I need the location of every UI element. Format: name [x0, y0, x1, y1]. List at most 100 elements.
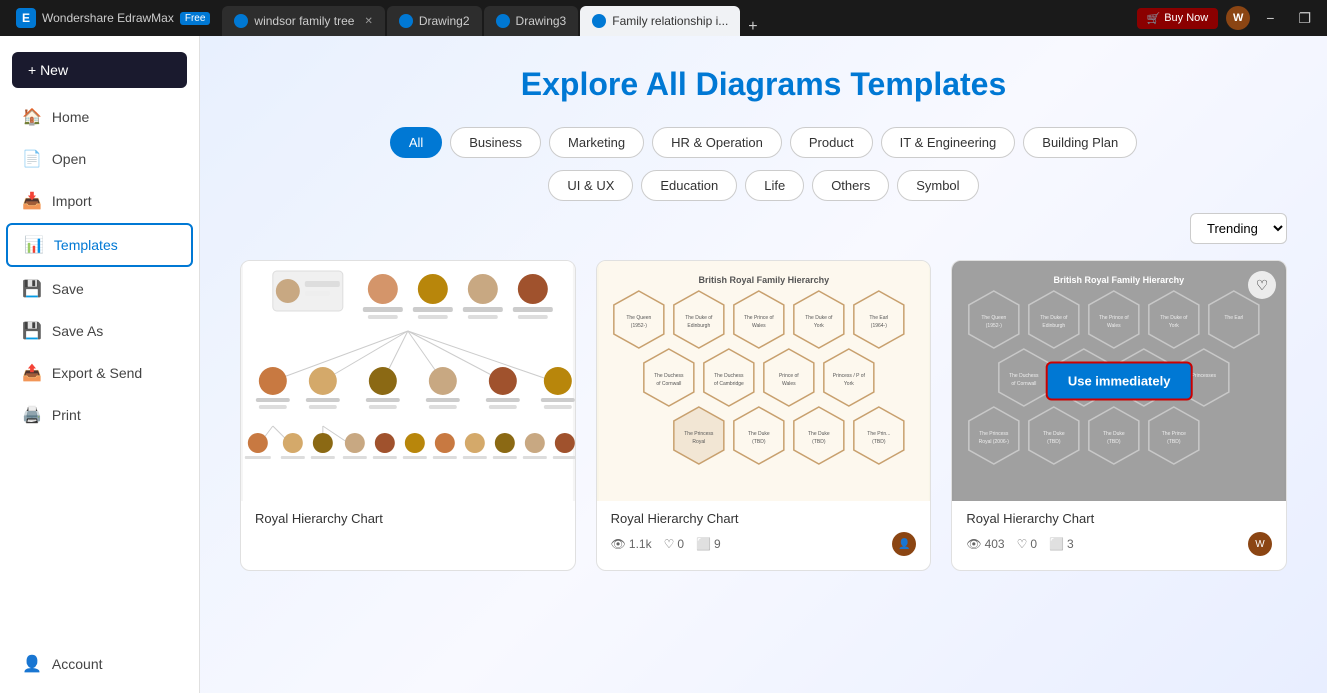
svg-text:of Cornwall: of Cornwall [1012, 381, 1037, 387]
filter-it[interactable]: IT & Engineering [881, 127, 1016, 158]
card-2-likes: ♡ 0 [664, 537, 684, 551]
card-2-stats: 👁 1.1k ♡ 0 ⬜ 9 👤 [611, 532, 917, 556]
filter-symbol[interactable]: Symbol [897, 170, 978, 201]
card-3-title: Royal Hierarchy Chart [966, 511, 1272, 526]
card-1-title: Royal Hierarchy Chart [255, 511, 561, 526]
svg-text:(TBD): (TBD) [752, 439, 766, 445]
svg-text:The Duchess: The Duchess [714, 373, 744, 379]
svg-text:of Cambridge: of Cambridge [713, 381, 743, 387]
svg-text:British Royal Family Hierarchy: British Royal Family Hierarchy [1054, 275, 1185, 285]
svg-text:York: York [814, 323, 824, 329]
card-2-copies: ⬜ 9 [696, 537, 721, 551]
svg-text:Royal (2006-): Royal (2006-) [979, 439, 1010, 445]
filter-row-1: All Business Marketing HR & Operation Pr… [240, 127, 1287, 158]
svg-text:Edinburgh: Edinburgh [687, 323, 710, 329]
tabs-container: windsor family tree ✕ Drawing2 Drawing3 … [222, 0, 1132, 36]
import-icon: 📥 [22, 191, 42, 211]
svg-text:(1952-): (1952-) [630, 323, 646, 329]
svg-text:The Queen: The Queen [982, 315, 1007, 321]
sidebar-item-account[interactable]: 👤 Account [6, 644, 193, 684]
svg-text:The Princess: The Princess [980, 431, 1010, 437]
card-3-thumbnail: British Royal Family Hierarchy The Queen… [952, 261, 1286, 501]
app-name: Wondershare EdrawMax [42, 11, 174, 25]
use-immediately-button[interactable]: Use immediately [1046, 362, 1193, 401]
card-2-thumbnail: British Royal Family Hierarchy The Queen… [597, 261, 931, 501]
new-button[interactable]: + New [12, 52, 187, 88]
filter-all[interactable]: All [390, 127, 442, 158]
user-avatar[interactable]: W [1226, 6, 1250, 30]
tab-windsor[interactable]: windsor family tree ✕ [222, 6, 384, 36]
svg-text:The Prince of: The Prince of [1099, 315, 1129, 321]
card-3-avatar: W [1248, 532, 1272, 556]
tab-label-drawing2: Drawing2 [419, 14, 470, 28]
toolbar: Trending Latest Popular [240, 213, 1287, 244]
open-icon: 📄 [22, 149, 42, 169]
svg-text:The Prince: The Prince [1162, 431, 1186, 437]
svg-text:Princesses: Princesses [1192, 373, 1217, 379]
svg-text:Wales: Wales [752, 323, 766, 329]
app-logo: E Wondershare EdrawMax Free [8, 8, 218, 28]
sidebar-item-templates[interactable]: 📊 Templates [6, 223, 193, 267]
card-3[interactable]: British Royal Family Hierarchy The Queen… [951, 260, 1287, 571]
filter-marketing[interactable]: Marketing [549, 127, 644, 158]
sidebar-item-export[interactable]: 📤 Export & Send [6, 353, 193, 393]
sidebar-item-import[interactable]: 📥 Import [6, 181, 193, 221]
app-logo-icon: E [16, 8, 36, 28]
svg-text:(1964-): (1964-) [870, 323, 886, 329]
svg-text:(TBD): (TBD) [1167, 439, 1181, 445]
home-icon: 🏠 [22, 107, 42, 127]
svg-text:The Princess: The Princess [684, 431, 714, 437]
svg-text:The Duke of: The Duke of [805, 315, 833, 321]
title-bar-actions: 🛒 Buy Now W − ❐ [1137, 6, 1319, 30]
filter-product[interactable]: Product [790, 127, 873, 158]
svg-text:(TBD): (TBD) [1047, 439, 1061, 445]
add-tab-button[interactable]: + [742, 18, 763, 36]
tab-drawing3[interactable]: Drawing3 [484, 6, 579, 36]
sidebar-label-print: Print [52, 407, 81, 423]
templates-icon: 📊 [24, 235, 44, 255]
sidebar-item-print[interactable]: 🖨️ Print [6, 395, 193, 435]
filter-business[interactable]: Business [450, 127, 541, 158]
filter-education[interactable]: Education [641, 170, 737, 201]
filter-life[interactable]: Life [745, 170, 804, 201]
filter-building[interactable]: Building Plan [1023, 127, 1137, 158]
maximize-button[interactable]: ❐ [1290, 8, 1319, 29]
svg-text:York: York [1169, 323, 1179, 329]
card-2[interactable]: British Royal Family Hierarchy The Queen… [596, 260, 932, 571]
sidebar-label-import: Import [52, 193, 92, 209]
filter-others[interactable]: Others [812, 170, 889, 201]
sidebar-label-save-as: Save As [52, 323, 103, 339]
tab-close-windsor[interactable]: ✕ [364, 16, 372, 27]
svg-text:The Duchess: The Duchess [1009, 373, 1039, 379]
sidebar-item-save[interactable]: 💾 Save [6, 269, 193, 309]
svg-text:(1952-): (1952-) [986, 323, 1002, 329]
sidebar-label-save: Save [52, 281, 84, 297]
filter-hr[interactable]: HR & Operation [652, 127, 782, 158]
sidebar-item-home[interactable]: 🏠 Home [6, 97, 193, 137]
svg-text:The Earl: The Earl [869, 315, 888, 321]
sidebar-item-save-as[interactable]: 💾 Save As [6, 311, 193, 351]
save-icon: 💾 [22, 279, 42, 299]
svg-text:Wales: Wales [1107, 323, 1121, 329]
svg-text:The Duke: The Duke [748, 431, 770, 437]
minimize-button[interactable]: − [1258, 8, 1282, 28]
card-2-avatar: 👤 [892, 532, 916, 556]
trending-select[interactable]: Trending Latest Popular [1190, 213, 1287, 244]
sidebar-label-account: Account [52, 656, 103, 672]
tab-drawing2[interactable]: Drawing2 [387, 6, 482, 36]
card-3-heart-button[interactable]: ♡ [1248, 271, 1276, 299]
svg-text:British Royal Family Hierarchy: British Royal Family Hierarchy [698, 275, 829, 285]
svg-text:The Duke of: The Duke of [1161, 315, 1189, 321]
svg-text:The Duchess: The Duchess [654, 373, 684, 379]
card-1[interactable]: Royal Hierarchy Chart [240, 260, 576, 571]
tab-label-family: Family relationship i... [612, 14, 728, 28]
export-icon: 📤 [22, 363, 42, 383]
filter-ui[interactable]: UI & UX [548, 170, 633, 201]
sidebar-label-export: Export & Send [52, 365, 142, 381]
tab-family[interactable]: Family relationship i... [580, 6, 740, 36]
sidebar-item-open[interactable]: 📄 Open [6, 139, 193, 179]
buy-now-button[interactable]: 🛒 Buy Now [1137, 8, 1219, 29]
card-3-info: Royal Hierarchy Chart 👁 403 ♡ 0 ⬜ 3 W [952, 501, 1286, 570]
svg-text:The Duke of: The Duke of [685, 315, 713, 321]
svg-text:The Duke of: The Duke of [1041, 315, 1069, 321]
